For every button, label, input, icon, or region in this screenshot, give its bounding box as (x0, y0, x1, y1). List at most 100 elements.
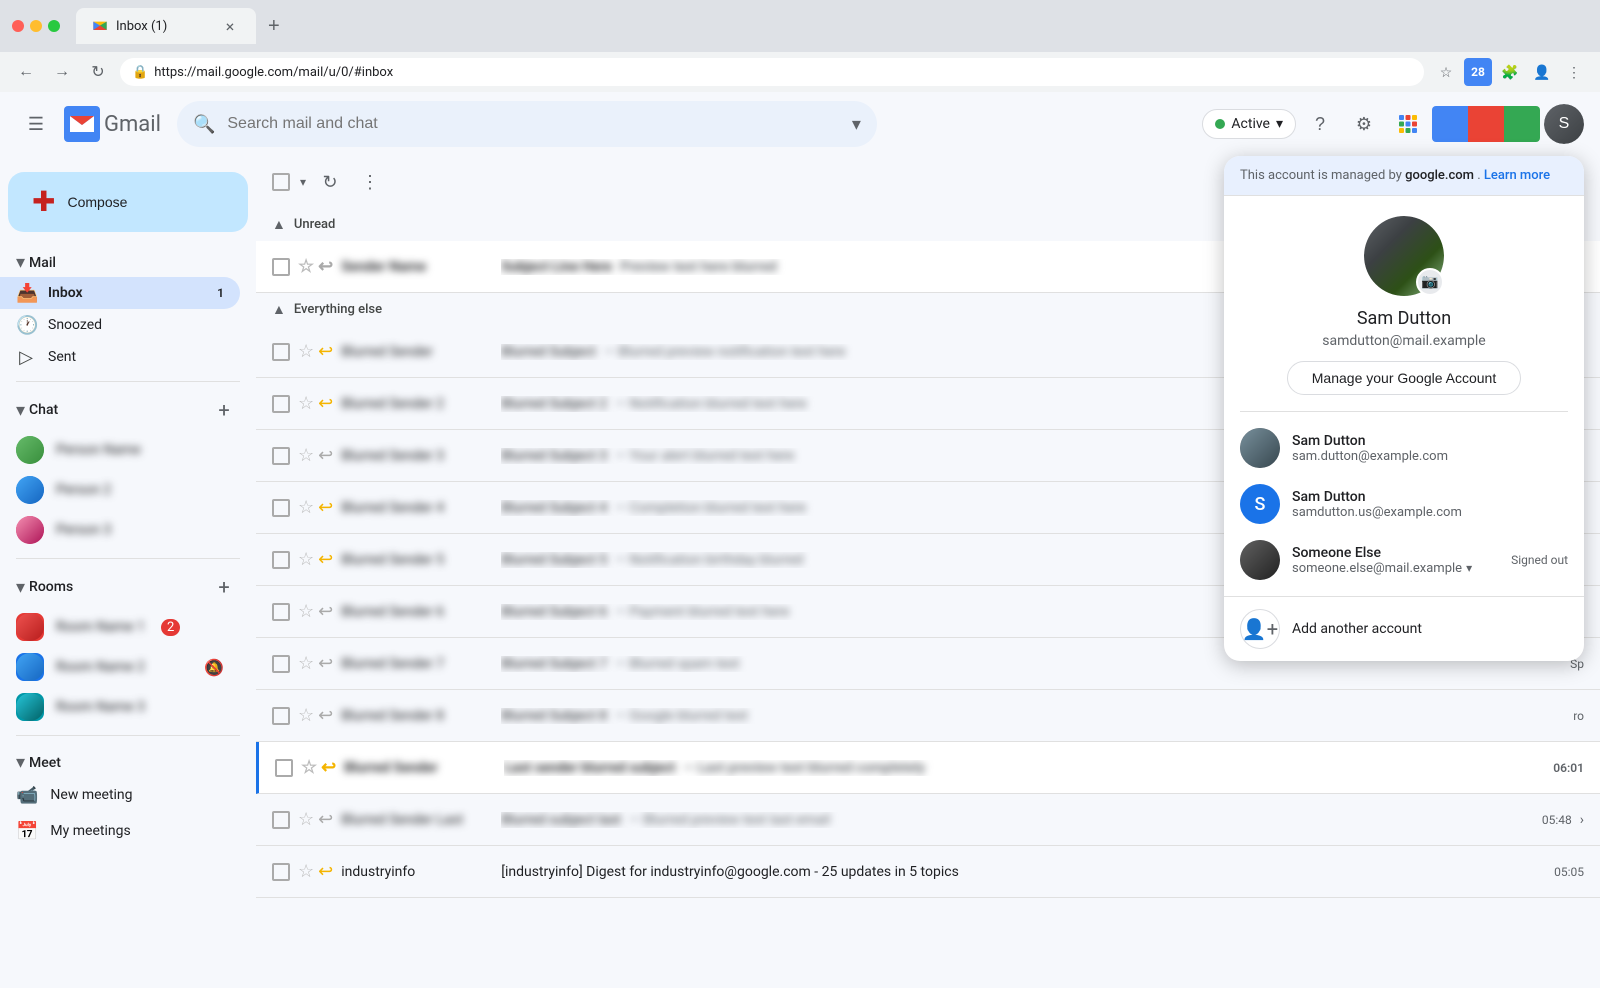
email-row-last[interactable]: ☆ ↩ Blurred Sender Last Blurred subject … (256, 794, 1600, 846)
room-item-2[interactable]: Room Name 2 🔕 (0, 647, 240, 687)
email-star-last[interactable]: ☆ (298, 809, 314, 830)
email-checkbox-2[interactable] (272, 395, 290, 413)
new-meeting-item[interactable]: 📹 New meeting (0, 777, 240, 813)
email-checkbox-highlighted[interactable] (275, 759, 293, 777)
chat-caret-icon: ▾ (16, 400, 25, 421)
search-bar[interactable]: 🔍 ▾ (177, 101, 877, 147)
email-star-5[interactable]: ☆ (298, 549, 314, 570)
chat-person-1[interactable]: Person Name (0, 430, 240, 470)
browser-chrome: Inbox (1) × + (0, 0, 1600, 52)
email-row-highlighted[interactable]: ☆ ↩ Blurred Sender Last sender blurred s… (256, 742, 1600, 794)
email-star-3[interactable]: ☆ (298, 445, 314, 466)
menu-button[interactable]: ⋮ (1560, 58, 1588, 86)
popup-account-3[interactable]: Someone Else someone.else@mail.example ▾… (1224, 532, 1584, 588)
email-row-industry[interactable]: ☆ ↩ industryinfo [industryinfo] Digest f… (256, 846, 1600, 898)
everything-else-collapse-button[interactable]: ▲ (272, 301, 286, 318)
mail-section-header[interactable]: ▾ Mail (0, 248, 240, 277)
email-star-icon[interactable]: ☆ (298, 256, 314, 277)
extensions-button[interactable]: 🧩 (1496, 58, 1524, 86)
email-checkbox-5[interactable] (272, 551, 290, 569)
search-dropdown-icon[interactable]: ▾ (852, 114, 861, 135)
more-options-button[interactable]: ⋮ (354, 166, 386, 198)
sidebar: ✚ Compose ▾ Mail 📥 Inbox 1 🕐 Snoozed (0, 156, 256, 988)
profile-button[interactable]: 👤 (1528, 58, 1556, 86)
sidebar-item-inbox[interactable]: 📥 Inbox 1 (0, 277, 240, 309)
email-star-4[interactable]: ☆ (298, 497, 314, 518)
new-chat-button[interactable]: + (208, 394, 240, 426)
email-time-last: 05:48 (1542, 813, 1572, 827)
email-checkbox-3[interactable] (272, 447, 290, 465)
email-checkbox-8[interactable] (272, 707, 290, 725)
active-tab[interactable]: Inbox (1) × (76, 8, 256, 44)
email-reply-icon-2: ↩ (318, 393, 333, 414)
camera-icon: 📷 (1421, 274, 1438, 290)
refresh-button[interactable]: ↻ (314, 166, 346, 198)
email-checkbox[interactable] (272, 258, 290, 276)
bookmark-button[interactable]: ☆ (1432, 58, 1460, 86)
email-star-7[interactable]: ☆ (298, 653, 314, 674)
email-star-2[interactable]: ☆ (298, 393, 314, 414)
mail-caret-icon: ▾ (16, 252, 25, 273)
chat-person-2[interactable]: Person 2 (0, 470, 240, 510)
email-star-1[interactable]: ☆ (298, 341, 314, 362)
chat-section-label: Chat (29, 402, 208, 418)
select-dropdown-icon[interactable]: ▾ (300, 175, 306, 189)
window-controls (12, 20, 60, 32)
learn-more-link[interactable]: Learn more (1484, 168, 1550, 183)
apps-button[interactable] (1388, 104, 1428, 144)
email-checkbox-last[interactable] (272, 811, 290, 829)
new-tab-button[interactable]: + (260, 11, 288, 42)
compose-button[interactable]: ✚ Compose (8, 172, 248, 232)
unread-collapse-button[interactable]: ▲ (272, 216, 286, 233)
calendar-extension[interactable]: 28 (1464, 58, 1492, 86)
forward-button[interactable]: → (48, 58, 76, 86)
hamburger-menu[interactable]: ☰ (16, 104, 56, 144)
tab-close-button[interactable]: × (220, 16, 240, 36)
popup-avatar-edit-button[interactable]: 📷 (1416, 268, 1444, 296)
maximize-dot[interactable] (48, 20, 60, 32)
managed-domain: google.com (1405, 168, 1474, 183)
select-all-area[interactable]: ▾ (272, 173, 306, 191)
email-star-highlighted[interactable]: ☆ (301, 757, 317, 778)
sidebar-item-snoozed[interactable]: 🕐 Snoozed (0, 309, 240, 341)
email-checkbox-6[interactable] (272, 603, 290, 621)
address-bar[interactable]: 🔒 https://mail.google.com/mail/u/0/#inbo… (120, 58, 1424, 86)
meet-header: ▾ Meet (0, 748, 256, 777)
email-subject-last: Blurred subject last (501, 812, 621, 828)
add-another-account-button[interactable]: 👤+ Add another account (1224, 596, 1584, 661)
search-input[interactable] (227, 115, 840, 133)
account-button[interactable]: S (1544, 104, 1584, 144)
email-checkbox-4[interactable] (272, 499, 290, 517)
help-button[interactable]: ? (1300, 104, 1340, 144)
chat-person-3[interactable]: Person 3 (0, 510, 240, 550)
popup-account-email-3: someone.else@mail.example ▾ (1292, 561, 1499, 576)
email-checkbox-industry[interactable] (272, 863, 290, 881)
nav-actions: ☆ 28 🧩 👤 ⋮ (1432, 58, 1588, 86)
email-checkbox-1[interactable] (272, 343, 290, 361)
email-row-8[interactable]: ☆ ↩ Blurred Sender 8 Blurred Subject 8 —… (256, 690, 1600, 742)
select-all-checkbox[interactable] (272, 173, 290, 191)
manage-google-account-button[interactable]: Manage your Google Account (1287, 361, 1521, 395)
popup-profile: 📷 Sam Dutton samdutton@mail.example Mana… (1224, 196, 1584, 411)
email-star-6[interactable]: ☆ (298, 601, 314, 622)
sidebar-item-sent[interactable]: ▷ Sent (0, 341, 240, 373)
minimize-dot[interactable] (30, 20, 42, 32)
close-dot[interactable] (12, 20, 24, 32)
popup-account-2[interactable]: S Sam Dutton samdutton.us@example.com (1224, 476, 1584, 532)
back-button[interactable]: ← (12, 58, 40, 86)
expand-button[interactable]: › (1580, 812, 1584, 828)
gmail-header: ☰ Gmail 🔍 ▾ Active ▾ ? ⚙ (0, 92, 1600, 156)
settings-button[interactable]: ⚙ (1344, 104, 1384, 144)
room-item-1[interactable]: Room Name 1 2 (0, 607, 240, 647)
active-status-button[interactable]: Active ▾ (1202, 109, 1296, 139)
room-item-3[interactable]: Room Name 3 (0, 687, 240, 727)
room-name-1: Room Name 1 (56, 619, 145, 635)
email-star-industry[interactable]: ☆ (298, 861, 314, 882)
my-meetings-label: My meetings (50, 823, 130, 839)
new-room-button[interactable]: + (208, 571, 240, 603)
my-meetings-item[interactable]: 📅 My meetings (0, 813, 240, 849)
email-star-8[interactable]: ☆ (298, 705, 314, 726)
email-checkbox-7[interactable] (272, 655, 290, 673)
reload-button[interactable]: ↻ (84, 58, 112, 86)
popup-account-1[interactable]: Sam Dutton sam.dutton@example.com (1224, 420, 1584, 476)
